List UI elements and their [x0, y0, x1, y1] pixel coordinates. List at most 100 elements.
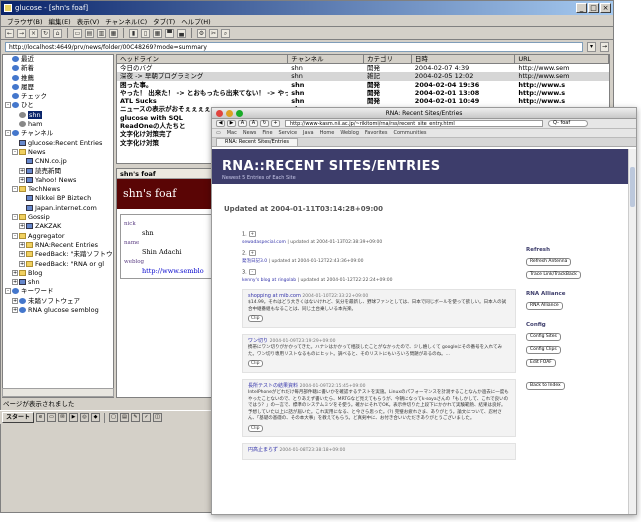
expand-icon[interactable]: +	[19, 260, 25, 267]
entry-site-link[interactable]: kenny's blog at ringolab	[242, 278, 296, 283]
maximize-button[interactable]: □	[588, 3, 599, 13]
expand-icon[interactable]: +	[12, 297, 18, 304]
tree-item[interactable]: - チャンネル	[3, 129, 113, 138]
pane-bottom-icon[interactable]: ▄	[177, 28, 186, 38]
collapse-icon[interactable]: -	[5, 130, 11, 137]
clip-button[interactable]: Clip	[248, 360, 263, 367]
config-sites-button[interactable]: Config Sites	[526, 333, 561, 341]
clip-button[interactable]: Clip	[248, 424, 263, 432]
entry-toggle-button[interactable]: -	[248, 269, 256, 275]
rna-search-field[interactable]: Q- foaf	[548, 120, 588, 127]
entry-toggle-button[interactable]: +	[248, 231, 256, 237]
close-dot-icon[interactable]	[216, 110, 223, 117]
entry-toggle-button[interactable]: +	[248, 249, 256, 256]
refresh-icon[interactable]: ↻	[41, 28, 50, 38]
pane-grid-icon[interactable]: ▦	[153, 28, 162, 38]
tree-item[interactable]: + Yahoo! News	[3, 176, 113, 185]
clip-icon[interactable]: ✂	[209, 28, 218, 38]
column-date[interactable]: 日時	[412, 55, 516, 63]
window-icon[interactable]: ▢	[109, 413, 119, 422]
back-icon[interactable]: ◀	[216, 120, 225, 127]
layout-one-icon[interactable]: ▭	[73, 28, 82, 38]
tree-item[interactable]: チェック	[3, 92, 113, 101]
collapse-icon[interactable]: -	[12, 186, 18, 193]
tree-item[interactable]: 新着	[3, 64, 113, 73]
minimize-dot-icon[interactable]	[226, 110, 233, 117]
bookmark-mac[interactable]: Mac	[227, 130, 237, 136]
tree-item[interactable]: + 未踏ソフトウェア	[3, 297, 113, 306]
notepad-icon[interactable]: ✎	[131, 413, 141, 422]
collapse-icon[interactable]: -	[12, 148, 18, 155]
tree-item[interactable]: + Blog	[3, 269, 113, 278]
close-button[interactable]: ×	[600, 3, 611, 13]
text-smaller-icon[interactable]: A	[238, 120, 247, 127]
edit-foaf-button[interactable]: Edit FOAF	[526, 359, 556, 367]
foaf-weblog-link[interactable]: http://www.semblo	[124, 267, 220, 275]
menu-tab[interactable]: タブ(T)	[153, 16, 175, 26]
tree-item[interactable]: 最近	[3, 55, 113, 64]
pane-left-icon[interactable]: ▮	[129, 28, 138, 38]
channel-tree[interactable]: 最近 新着 推薦 履歴 チェック - ひと shn ham - チャンネル glucose:Recen…	[2, 54, 114, 398]
tree-item[interactable]: + ZAKZAK	[3, 222, 113, 231]
app-icon[interactable]: ◫	[153, 413, 163, 422]
card-title-link[interactable]: 長所テストの結果資料	[248, 383, 298, 389]
tree-item[interactable]: Japan.internet.com	[3, 204, 113, 213]
bookmarks-book-icon[interactable]: ▭	[216, 130, 221, 136]
zoom-dot-icon[interactable]	[236, 110, 243, 117]
text-larger-icon[interactable]: A	[249, 120, 258, 127]
add-bookmark-icon[interactable]: +	[271, 120, 280, 127]
bookmark-fine[interactable]: Fine	[262, 130, 272, 136]
rna-alliance-button[interactable]: RNA Alliance	[526, 302, 563, 310]
bookmark-weblog[interactable]: Weblog	[340, 130, 359, 136]
expand-icon[interactable]: +	[19, 223, 25, 230]
headline-row[interactable]: 深夜 -> 早朝プログラミング shn 雑記 2004-02-05 12:02 http…	[117, 72, 609, 81]
go-icon[interactable]: →	[600, 41, 609, 52]
tool-icon[interactable]: ✓	[142, 413, 152, 422]
column-headline[interactable]: ヘッドライン	[117, 55, 289, 63]
expand-icon[interactable]: +	[19, 251, 25, 258]
tree-item[interactable]: glucose:Recent Entries	[3, 139, 113, 148]
headline-row[interactable]: ATL Sucks shn 開発 2004-02-01 10:49 http://www…	[117, 97, 609, 105]
config-clips-button[interactable]: Config Clips	[526, 346, 561, 354]
settings-icon[interactable]: ⚙	[197, 28, 206, 38]
tree-item[interactable]: Nikkei BP Biztech	[3, 194, 113, 203]
tree-item[interactable]: + FeedBack: "未踏ソフトウ	[3, 250, 113, 259]
forward-arrow-icon[interactable]: →	[17, 28, 26, 38]
clip-button[interactable]: Clip	[248, 315, 263, 322]
tree-item[interactable]: + RNA:Recent Entries	[3, 241, 113, 250]
tree-item[interactable]: CNN.co.jp	[3, 157, 113, 166]
expand-icon[interactable]: +	[12, 279, 18, 286]
ie-icon[interactable]: e	[36, 413, 46, 422]
rna-scroll-thumb[interactable]	[630, 167, 635, 207]
collapse-icon[interactable]: -	[5, 288, 11, 295]
pane-split-icon[interactable]: ▯	[141, 28, 150, 38]
entry-site-link[interactable]: sewadaspecial.com	[242, 240, 286, 245]
tree-item[interactable]: - ひと	[3, 101, 113, 110]
layout-two-icon[interactable]: ▤	[85, 28, 94, 38]
expand-icon[interactable]: +	[12, 269, 18, 276]
search-icon[interactable]: ⌕	[221, 28, 230, 38]
column-category[interactable]: カテゴリ	[364, 55, 412, 63]
tree-item[interactable]: - TechNews	[3, 185, 113, 194]
tree-item[interactable]: - キーワード	[3, 287, 113, 296]
start-button[interactable]: スタート	[2, 412, 35, 423]
pane-top-icon[interactable]: ▀	[165, 28, 174, 38]
glucose-taskbar-icon[interactable]: ◆	[91, 413, 101, 422]
bookmark-java[interactable]: Java	[303, 130, 314, 136]
trace-link-button[interactable]: Trace Link/TrackBack	[526, 271, 581, 279]
tree-item[interactable]: 推薦	[3, 74, 113, 83]
tree-horizontal-scrollbar[interactable]	[2, 388, 114, 397]
column-url[interactable]: URL	[515, 55, 609, 63]
bookmark-news[interactable]: News	[243, 130, 257, 136]
tree-item[interactable]: - Gossip	[3, 213, 113, 222]
collapse-icon[interactable]: -	[12, 214, 18, 221]
collapse-icon[interactable]: -	[12, 232, 18, 239]
address-dropdown-icon[interactable]: ▾	[587, 41, 596, 52]
menu-channel[interactable]: チャンネル(C)	[105, 16, 147, 26]
minimize-button[interactable]: _	[576, 3, 587, 13]
headline-row[interactable]: 困った事。 shn 開発 2004-02-04 19:36 http://www.s	[117, 81, 609, 89]
folder-icon[interactable]: ▭	[47, 413, 57, 422]
tree-item[interactable]: + 読売新聞	[3, 167, 113, 176]
back-to-index-button[interactable]: Back to Index	[526, 382, 565, 390]
layout-three-icon[interactable]: ▥	[97, 28, 106, 38]
